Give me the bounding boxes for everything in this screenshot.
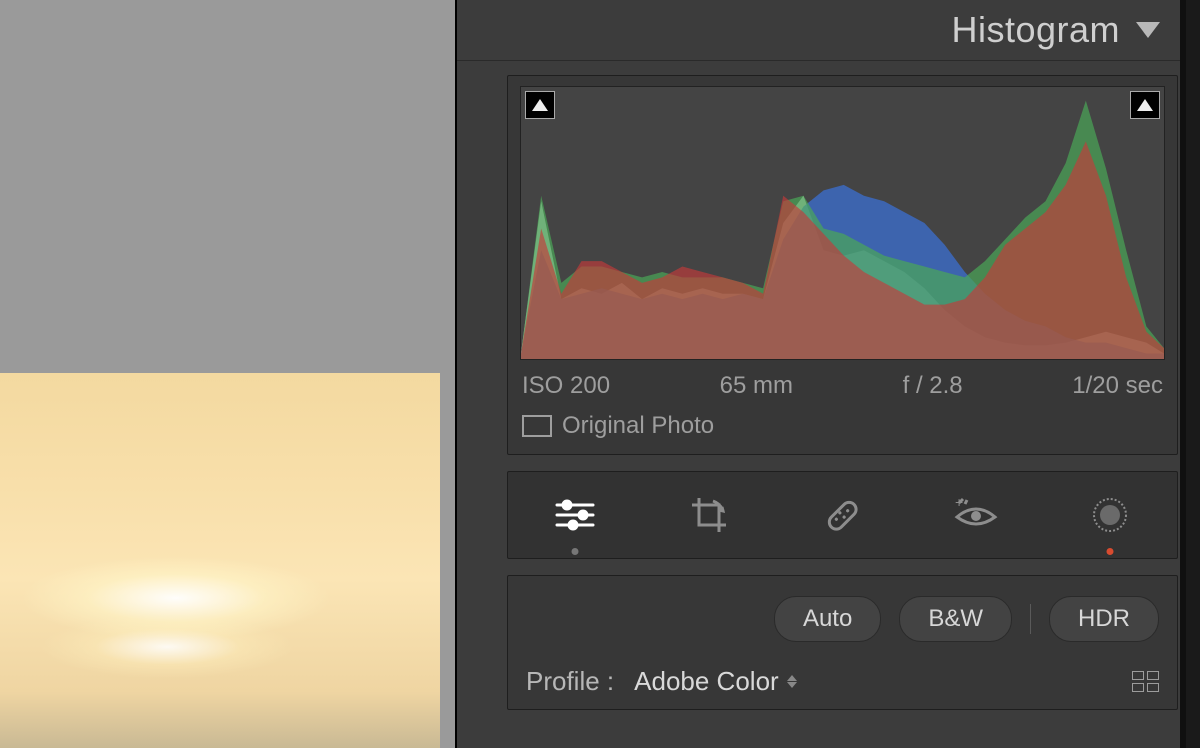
edit-sliders-icon xyxy=(553,499,597,531)
exif-focal: 65 mm xyxy=(720,372,793,400)
crop-tool[interactable] xyxy=(685,491,733,539)
profile-browser-button[interactable] xyxy=(1132,671,1159,692)
profile-row: Profile : Adobe Color xyxy=(526,666,1159,697)
hdr-button[interactable]: HDR xyxy=(1049,596,1159,642)
preview-image[interactable] xyxy=(0,373,440,748)
redeye-tool[interactable]: + xyxy=(952,491,1000,539)
tool-edit-indicator-icon xyxy=(1107,548,1114,555)
exif-aperture: f / 2.8 xyxy=(903,372,963,400)
treatment-row: Auto B&W HDR xyxy=(526,596,1159,642)
bw-button[interactable]: B&W xyxy=(899,596,1012,642)
profile-label: Profile : xyxy=(526,666,614,697)
stepper-icon xyxy=(787,675,797,688)
original-photo-label: Original Photo xyxy=(562,412,714,440)
original-photo-row[interactable]: Original Photo xyxy=(508,410,1177,440)
profile-dropdown[interactable]: Adobe Color xyxy=(634,666,797,697)
histogram-chart[interactable] xyxy=(520,86,1165,360)
svg-text:+: + xyxy=(955,497,963,510)
histogram-panel-header[interactable]: Histogram xyxy=(457,0,1200,61)
panel-collapse-icon xyxy=(1136,22,1160,38)
tool-active-indicator-icon xyxy=(571,548,578,555)
main-canvas-area xyxy=(0,0,457,748)
histogram-card: ISO 200 65 mm f / 2.8 1/20 sec Original … xyxy=(507,75,1178,455)
exif-row: ISO 200 65 mm f / 2.8 1/20 sec xyxy=(508,366,1177,410)
histogram-svg xyxy=(521,87,1164,359)
mask-icon xyxy=(1090,495,1130,535)
heal-icon xyxy=(820,493,864,537)
develop-panel: Histogram ISO 200 65 mm f / 2.8 1/20 sec… xyxy=(457,0,1200,748)
original-photo-checkbox[interactable] xyxy=(522,415,552,437)
basic-panel: Auto B&W HDR Profile : Adobe Color xyxy=(507,575,1178,710)
divider xyxy=(1030,604,1031,634)
panel-title: Histogram xyxy=(951,9,1120,51)
scrollbar[interactable] xyxy=(1186,0,1200,748)
auto-button[interactable]: Auto xyxy=(774,596,881,642)
mask-tool[interactable] xyxy=(1086,491,1134,539)
profile-value: Adobe Color xyxy=(634,666,779,697)
edit-tool[interactable] xyxy=(551,491,599,539)
tool-strip: + xyxy=(507,471,1178,559)
heal-tool[interactable] xyxy=(818,491,866,539)
exif-shutter: 1/20 sec xyxy=(1072,372,1163,400)
crop-icon xyxy=(689,495,729,535)
redeye-icon: + xyxy=(953,497,999,533)
exif-iso: ISO 200 xyxy=(522,372,610,400)
